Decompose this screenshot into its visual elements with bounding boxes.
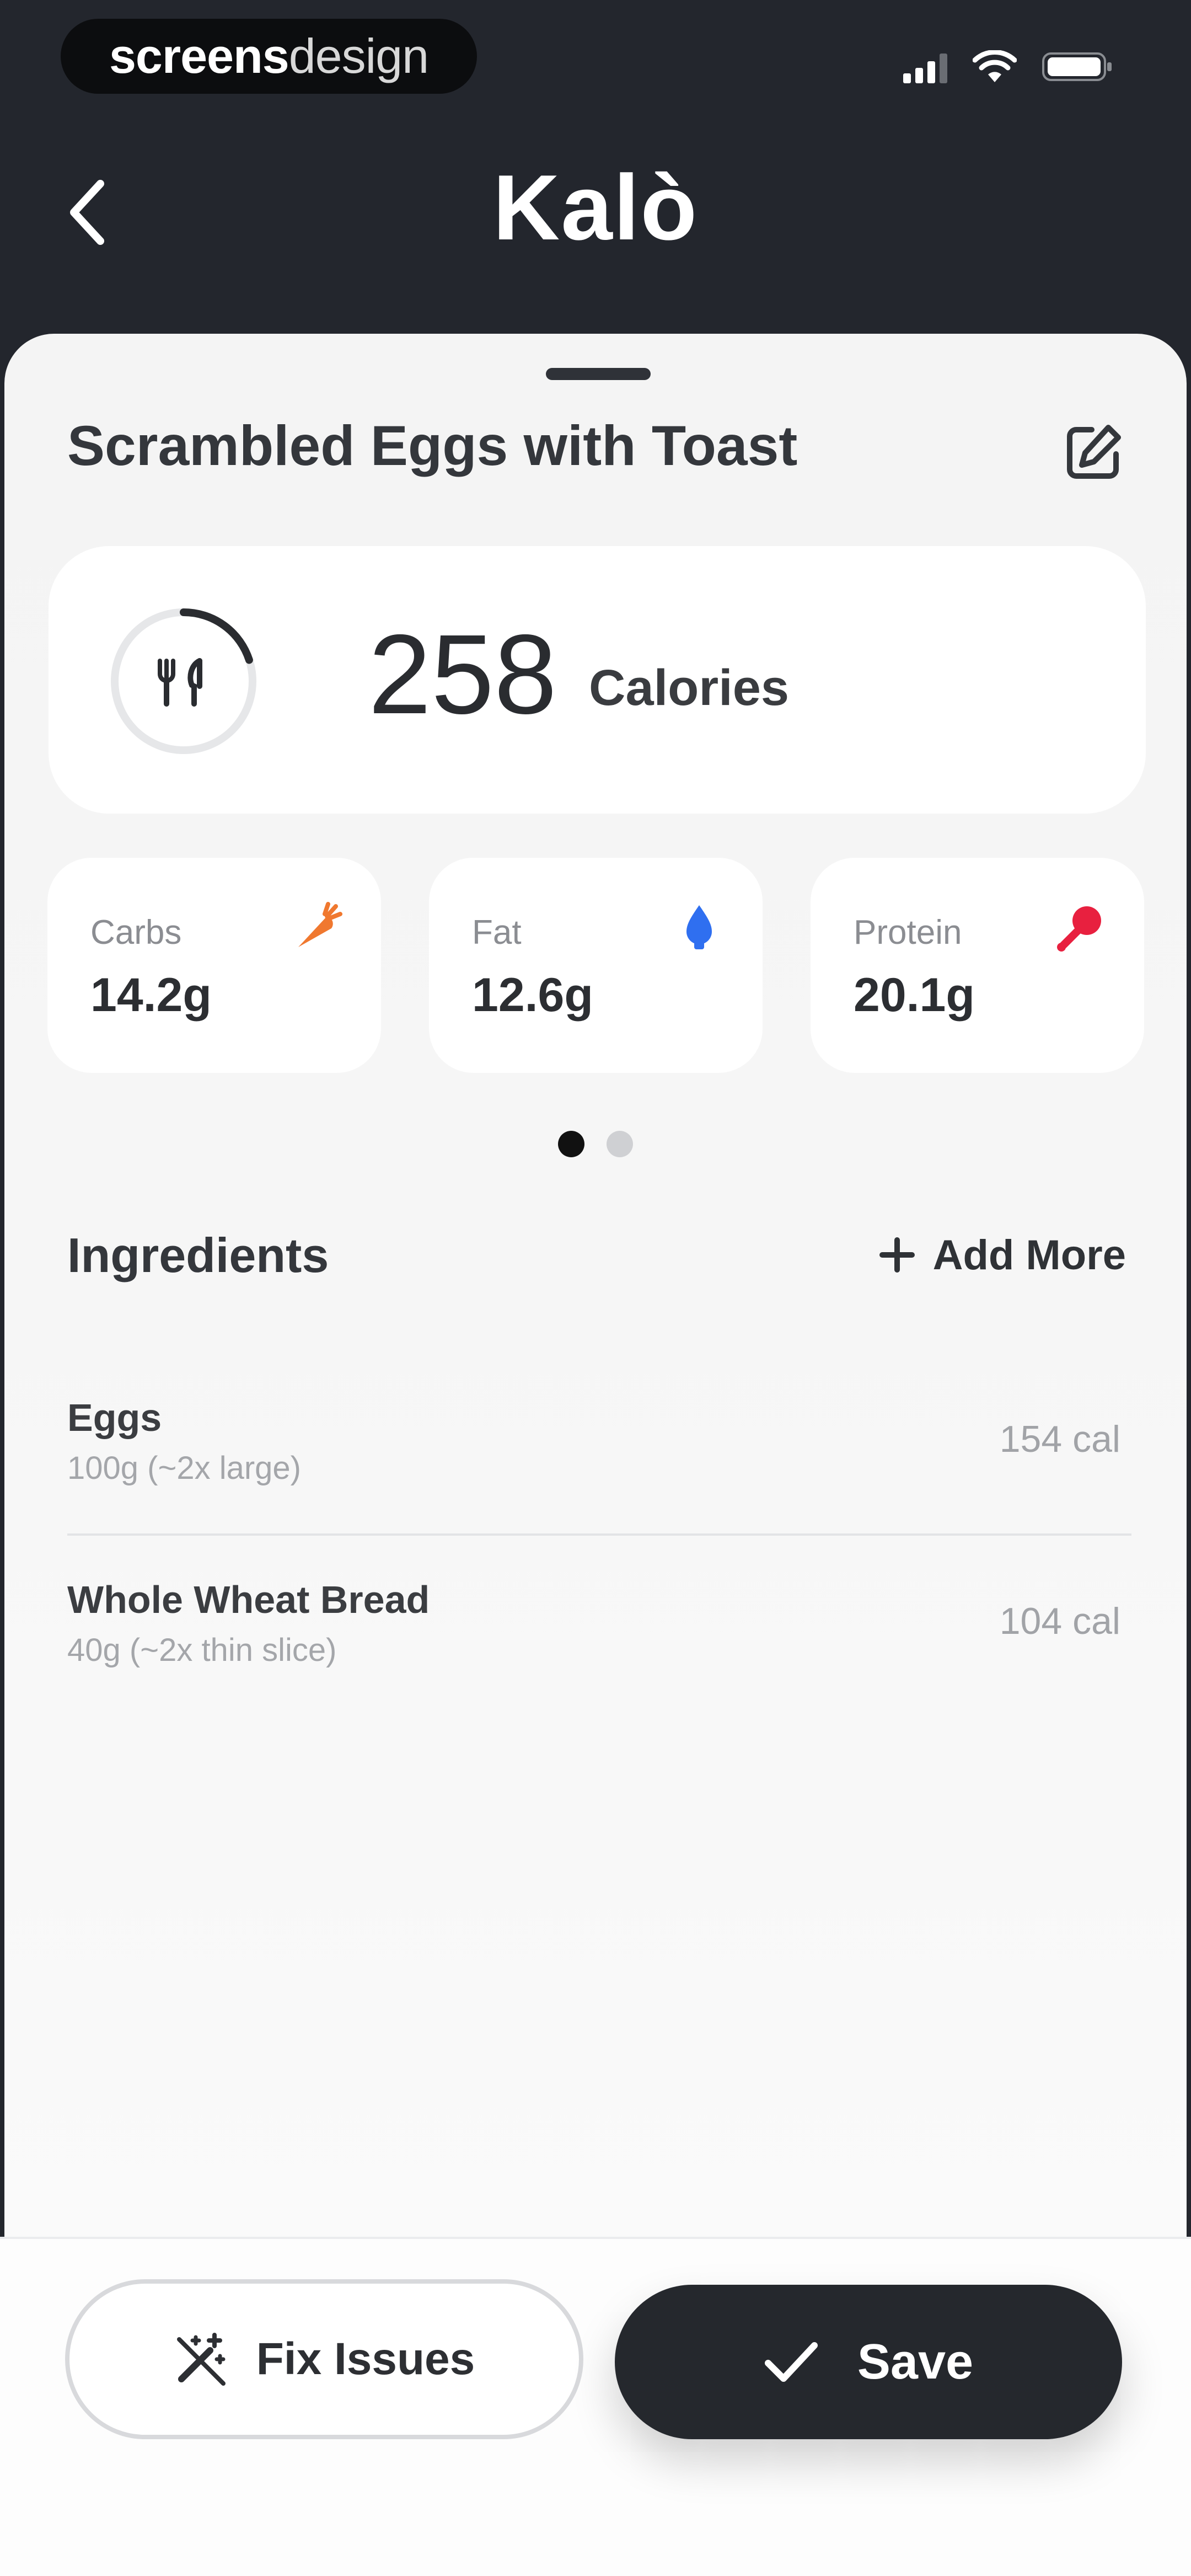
drumstick-icon (1056, 902, 1106, 952)
ingredient-name: Whole Wheat Bread (67, 1578, 430, 1621)
brand-light-text: design (288, 29, 429, 83)
edit-meal-button[interactable] (1055, 414, 1132, 491)
cellular-signal-icon (903, 54, 947, 83)
page-dot[interactable] (558, 1131, 584, 1157)
calorie-value: 258 (368, 611, 557, 737)
fix-issues-label: Fix Issues (256, 2334, 475, 2384)
nav-header: Kalò (0, 138, 1191, 292)
add-more-button[interactable]: Add More (878, 1225, 1126, 1285)
macro-value: 12.6g (472, 969, 593, 1022)
ingredient-row[interactable]: Whole Wheat Bread 40g (~2x thin slice) 1… (67, 1578, 1131, 1754)
macro-value: 14.2g (90, 969, 212, 1022)
ingredient-detail: 100g (~2x large) (67, 1450, 301, 1486)
status-icons (903, 47, 1114, 86)
carrot-icon (293, 902, 342, 952)
calories-card: 258 Calories (49, 546, 1146, 814)
battery-icon (1042, 52, 1112, 81)
meal-title: Scrambled Eggs with Toast (67, 414, 798, 477)
ingredient-name: Eggs (67, 1396, 162, 1439)
ingredient-calories: 154 cal (999, 1418, 1120, 1460)
brand-badge: screens design (61, 19, 477, 94)
sheet-grabber[interactable] (546, 368, 651, 380)
macro-label: Fat (472, 913, 522, 952)
macro-card-fat[interactable]: Fat 12.6g (429, 858, 763, 1073)
fix-issues-button[interactable]: Fix Issues (65, 2279, 583, 2439)
ingredient-row[interactable]: Eggs 100g (~2x large) 154 cal (67, 1396, 1131, 1572)
page-indicator (0, 1131, 1191, 1164)
status-bar: screens design (0, 0, 1191, 110)
wifi-icon (973, 50, 1017, 82)
macro-card-carbs[interactable]: Carbs 14.2g (47, 858, 381, 1073)
drop-icon (674, 902, 724, 952)
fork-knife-icon (158, 658, 202, 707)
edit-icon (1067, 425, 1121, 479)
plus-icon (879, 1237, 915, 1273)
screen: screens design Kalò Scrambled Eggs with … (0, 0, 1191, 2576)
macro-value: 20.1g (854, 969, 975, 1022)
ingredient-divider (67, 1533, 1131, 1536)
checkmark-icon (764, 2342, 818, 2382)
add-more-label: Add More (932, 1231, 1126, 1279)
brand-bold-text: screens (109, 29, 289, 83)
macro-card-protein[interactable]: Protein 20.1g (811, 858, 1144, 1073)
ingredient-calories: 104 cal (999, 1600, 1120, 1642)
page-dot[interactable] (607, 1131, 633, 1157)
ingredient-detail: 40g (~2x thin slice) (67, 1632, 337, 1668)
save-button[interactable]: Save (615, 2285, 1122, 2439)
calorie-progress-ring (111, 608, 256, 754)
app-title: Kalò (492, 156, 699, 259)
macro-label: Carbs (90, 913, 182, 952)
calorie-label: Calories (589, 660, 790, 716)
save-label: Save (857, 2334, 974, 2390)
ingredients-heading: Ingredients (67, 1228, 329, 1282)
macro-label: Protein (854, 913, 962, 952)
magic-wand-icon (176, 2333, 226, 2386)
